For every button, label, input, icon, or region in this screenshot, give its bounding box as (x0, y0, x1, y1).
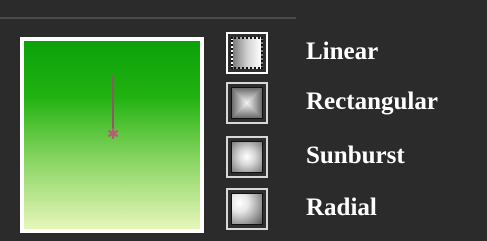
gradient-handle-icon[interactable]: ✱ (106, 127, 120, 142)
linear-gradient-swatch[interactable] (226, 32, 268, 74)
gradient-preview[interactable]: ✱ (24, 41, 200, 229)
gradient-option-label[interactable]: Radial (306, 190, 377, 226)
sunburst-gradient-icon (231, 141, 263, 173)
gradient-option-linear[interactable]: Linear (226, 32, 476, 76)
gradient-option-rectangular[interactable]: Rectangular (226, 82, 476, 126)
gradient-option-label[interactable]: Sunburst (306, 138, 405, 174)
sunburst-gradient-swatch[interactable] (226, 136, 268, 178)
gradient-option-label[interactable]: Linear (306, 34, 378, 70)
linear-gradient-icon (231, 37, 263, 69)
gradient-option-label[interactable]: Rectangular (306, 84, 438, 120)
rectangular-gradient-icon (231, 87, 263, 119)
rectangular-gradient-swatch[interactable] (226, 82, 268, 124)
radial-gradient-icon (231, 193, 263, 225)
gradient-option-sunburst[interactable]: Sunburst (226, 136, 476, 180)
radial-gradient-swatch[interactable] (226, 188, 268, 230)
gradient-preview-frame: ✱ (20, 37, 204, 233)
gradient-option-radial[interactable]: Radial (226, 188, 476, 232)
top-divider (0, 17, 296, 19)
